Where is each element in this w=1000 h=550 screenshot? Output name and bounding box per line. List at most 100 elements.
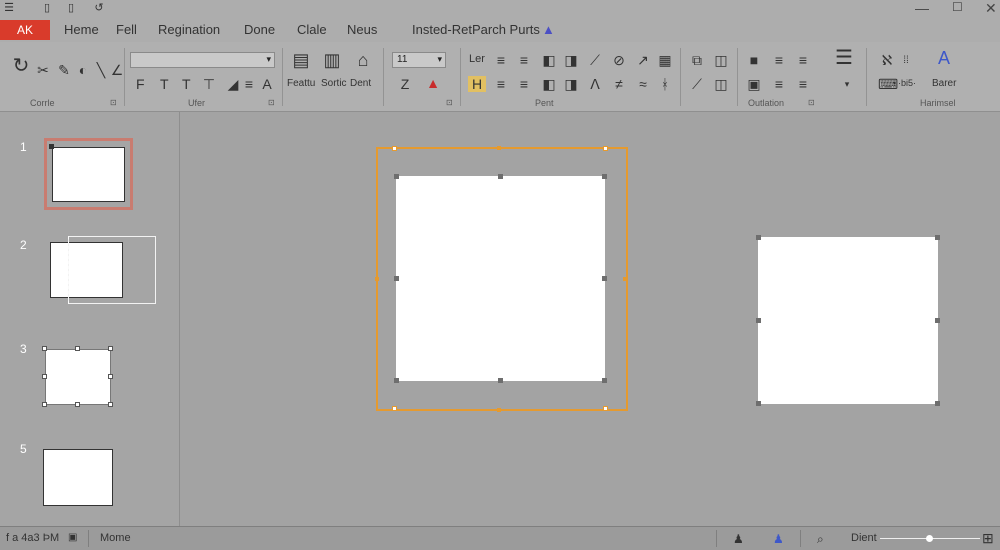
line-spacing-icon[interactable]: ≡ [770, 52, 788, 68]
tab-slideshow[interactable]: Neus [347, 22, 377, 37]
dialog-launcher-icon[interactable]: ⊡ [808, 98, 815, 107]
sortic-label[interactable]: Sortic [321, 78, 347, 89]
file-tab[interactable]: AK [0, 20, 50, 40]
chevron-down-icon[interactable]: ▾ [838, 76, 856, 92]
minimize-icon[interactable]: — [915, 0, 929, 16]
selection-handle[interactable] [42, 402, 47, 407]
selection-handle[interactable] [498, 174, 503, 179]
selection-handle[interactable] [108, 346, 113, 351]
paste-icon[interactable]: ⌨ [878, 76, 898, 92]
zoom-slider-thumb[interactable] [926, 535, 933, 542]
warning-icon[interactable]: ▲ [424, 75, 442, 91]
slide-thumbnail-1[interactable] [52, 147, 125, 202]
selection-handle[interactable] [602, 174, 607, 179]
dialog-launcher-icon[interactable]: ⊡ [110, 98, 117, 107]
redo-icon[interactable]: ↺ [92, 1, 106, 15]
save-icon[interactable]: ▯ [40, 1, 54, 15]
tell-me-icon[interactable]: ▲ [542, 22, 555, 37]
tab-home[interactable]: Heme [64, 22, 99, 37]
ler-label[interactable]: Ler [469, 53, 485, 65]
dialog-launcher-icon[interactable]: ⊡ [446, 98, 453, 107]
notes-icon[interactable]: ♟ [733, 532, 744, 546]
spacing-icon[interactable]: ≡ [240, 76, 258, 92]
tab-animations[interactable]: Clale [297, 22, 327, 37]
shape-icon[interactable]: ◐ [74, 62, 92, 78]
layout-icon[interactable]: ▥ [323, 51, 341, 69]
selected-rectangle-shape[interactable] [396, 176, 605, 381]
selection-handle[interactable] [75, 402, 80, 407]
dent-label[interactable]: Dent [350, 78, 371, 89]
grid-icon[interactable]: ▦ [656, 52, 674, 68]
font-name-dropdown[interactable]: ▾ [130, 52, 275, 68]
list-icon[interactable]: ☰ [835, 48, 853, 68]
tab-design[interactable]: Regination [158, 22, 220, 37]
indent-icon[interactable]: ≡ [794, 52, 812, 68]
selection-handle[interactable] [498, 378, 503, 383]
highlight-icon[interactable]: H [468, 76, 486, 92]
arrange-icon[interactable]: ⧉ [688, 52, 706, 68]
link-icon[interactable]: ⊘ [610, 52, 628, 68]
pen-icon[interactable]: ✎ [55, 62, 73, 78]
shape-fill-icon[interactable]: ⟋ [688, 76, 706, 92]
section-icon[interactable]: ⌂ [354, 51, 372, 69]
selection-handle[interactable] [108, 402, 113, 407]
connector-icon[interactable]: ᚼ [656, 76, 674, 92]
text-tool-icon[interactable]: ᐱ [586, 76, 604, 92]
strikethrough-icon[interactable]: ⊤ [200, 76, 218, 92]
slide-thumbnail-3[interactable] [45, 349, 111, 405]
tab-insert[interactable]: Fell [116, 22, 137, 37]
selection-handle[interactable] [935, 235, 940, 240]
eyedropper-icon[interactable]: ⟋ [586, 52, 604, 68]
line-tool-icon[interactable]: ≠ [610, 76, 628, 92]
numbering-icon[interactable]: ≡ [770, 76, 788, 92]
align-left-icon[interactable]: ≡ [492, 52, 510, 68]
view-mode-label[interactable]: Mome [100, 532, 131, 544]
menu-icon[interactable]: ☰ [2, 1, 16, 15]
selection-handle[interactable] [935, 318, 940, 323]
align-center-icon[interactable]: ≡ [515, 52, 533, 68]
italic-button[interactable]: T [160, 76, 169, 92]
selection-handle[interactable] [603, 146, 608, 151]
slide-thumbnail-2-overlay[interactable] [68, 236, 156, 304]
spell-check-icon[interactable]: ▣ [68, 532, 77, 543]
user-icon[interactable]: ♟ [773, 532, 784, 546]
rectangle-shape[interactable] [758, 237, 938, 404]
fill-color-icon[interactable]: ■ [745, 52, 763, 68]
font-size-dropdown[interactable]: 11 ▾ [392, 52, 446, 68]
selection-handle[interactable] [42, 374, 47, 379]
curve-tool-icon[interactable]: ≈ [634, 76, 652, 92]
selection-handle[interactable] [392, 146, 397, 151]
refresh-icon[interactable]: ↻ [12, 56, 30, 76]
font-color-icon[interactable]: A [258, 76, 276, 92]
selection-handle[interactable] [42, 346, 47, 351]
selection-handle[interactable] [756, 235, 761, 240]
selection-handle[interactable] [497, 408, 501, 412]
selection-handle[interactable] [392, 406, 397, 411]
selection-handle[interactable] [375, 277, 379, 281]
text-direction-icon[interactable]: ◨ [562, 52, 580, 68]
selection-handle[interactable] [602, 378, 607, 383]
selection-handle[interactable] [756, 401, 761, 406]
bold-button[interactable]: F [136, 76, 145, 92]
tab-transitions[interactable]: Done [244, 22, 275, 37]
selection-handle[interactable] [394, 174, 399, 179]
zoom-search-icon[interactable]: ⌕ [817, 532, 824, 547]
text-style-icon[interactable]: A [935, 49, 953, 67]
bullets-icon[interactable]: ≡ [515, 76, 533, 92]
selection-handle[interactable] [497, 146, 501, 150]
slide-thumbnail-5[interactable] [43, 449, 113, 506]
zoom-label[interactable]: Dient [851, 532, 877, 544]
underline-button[interactable]: T [182, 76, 191, 92]
table-icon[interactable]: ◧ [540, 76, 558, 92]
feature-label[interactable]: Feattu [287, 78, 315, 89]
columns-icon[interactable]: ◧ [540, 52, 558, 68]
replace-icon[interactable]: ℵ [878, 52, 896, 68]
paste-options-label[interactable]: ·bi5· [898, 78, 916, 88]
clear-format-icon[interactable]: Z [396, 76, 414, 92]
outdent-icon[interactable]: ≡ [794, 76, 812, 92]
quick-styles-icon[interactable]: ◫ [712, 52, 730, 68]
justify-icon[interactable]: ≡ [492, 76, 510, 92]
slide-thumbnail-panel[interactable]: 1 2 3 5 [0, 112, 180, 526]
selection-handle[interactable] [935, 401, 940, 406]
shape-outline-icon[interactable]: ◫ [712, 76, 730, 92]
